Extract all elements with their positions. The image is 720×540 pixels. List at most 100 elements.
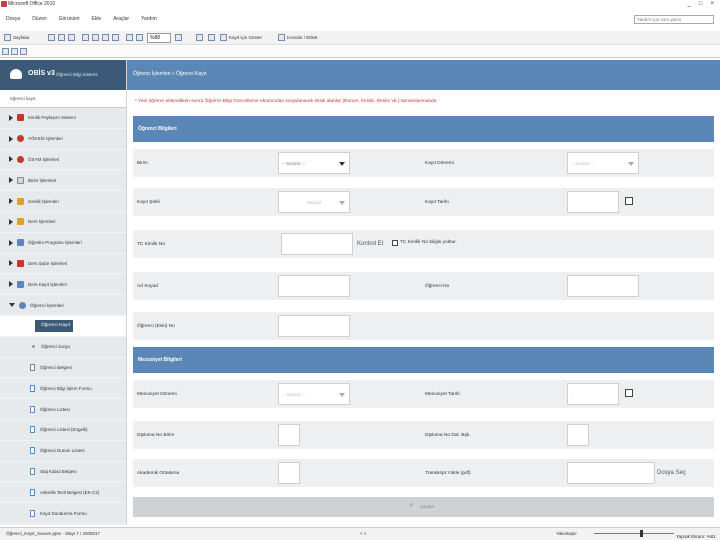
building-icon: [17, 176, 24, 184]
breadcrumb: Öğrenci İşlemleri » Öğrenci Kayıt: [133, 71, 207, 77]
sidebar-subitem-staj-kabul[interactable]: Staj Kabul Belgesi: [0, 462, 126, 483]
sidebar-item-ders-kayit[interactable]: Ders Kayıt İşlemleri: [0, 274, 126, 296]
sort-icon[interactable]: [196, 34, 203, 41]
document-icon: [30, 384, 35, 392]
form-row-akademik: Akademik Ortalama Transkript Yükle (pdf)…: [133, 459, 714, 487]
slideshow-icon[interactable]: [20, 48, 27, 55]
sidebar-search[interactable]: öğrenci kayıt: [0, 90, 126, 108]
slide-sorter-icon[interactable]: [11, 48, 18, 55]
akademik-input[interactable]: [278, 462, 300, 484]
status-nav[interactable]: < >: [360, 531, 367, 536]
save-button[interactable]: Kaydet: [420, 504, 434, 509]
sidebar-subitem-kayit-dondurma[interactable]: Kayıt Dondurma Formu: [0, 503, 126, 524]
menu-insert[interactable]: Ekle: [85, 14, 107, 24]
menu-view[interactable]: Görünüm: [53, 14, 86, 24]
diploma-birim-input[interactable]: [278, 424, 300, 446]
diploma-dal-input[interactable]: [567, 424, 589, 446]
sidebar-item-genlik[interactable]: Genlik İşlemleri: [0, 191, 126, 212]
chart-icon[interactable]: [220, 34, 227, 41]
register-icon: [17, 280, 24, 288]
zoom-slider[interactable]: [594, 530, 674, 537]
dosya-sec-button[interactable]: Dosya Seç: [657, 470, 686, 476]
section-icon: [17, 259, 24, 267]
sidebar-subitem-durum-listesi[interactable]: Öğrenci Durum Listesi: [0, 441, 126, 462]
diploma-dal-label: Diploma No Dal. Bşk.: [425, 433, 471, 438]
zoom-select[interactable]: %88: [147, 33, 171, 43]
help-icon[interactable]: [175, 34, 182, 41]
undo-icon[interactable]: [126, 34, 133, 41]
sidebar-item-ders[interactable]: Ders İşlemleri: [0, 212, 126, 233]
print-icon[interactable]: [58, 34, 65, 41]
sidebar-item-osym[interactable]: ÖSYM İşlemleri: [0, 150, 126, 171]
kayit-tarihi-label: Kayıt Tarihi: [425, 200, 449, 205]
sidebar-subitem-ogrenci-sorgu[interactable]: Öğrenci Sorgu: [0, 337, 126, 358]
delete-icon[interactable]: [112, 34, 119, 41]
zoom-slider-thumb[interactable]: [640, 530, 643, 537]
book-icon: [17, 218, 24, 226]
section-title: Öğrenci Bilgileri: [138, 126, 177, 132]
mezuniyet-tarihi-label: Mezuniyet Tarihi: [425, 392, 460, 397]
section-title: Mezuniyet Bilgileri: [138, 357, 182, 363]
ogrenci-no-input[interactable]: [567, 275, 639, 297]
form-row-kayit-sekli: Kayıt Şekli Seçiniz Kayıt Tarihi: [133, 188, 714, 216]
menu-help[interactable]: Yardım: [135, 14, 163, 24]
pages-icon[interactable]: [4, 34, 11, 41]
menu-edit[interactable]: Düzen: [26, 14, 52, 24]
copy-icon[interactable]: [92, 34, 99, 41]
preview-icon[interactable]: [68, 34, 75, 41]
form-row-diploma: Diploma No Birim Diploma No Dal. Bşk.: [133, 421, 714, 449]
sidebar-subitem-bilgi-islem-formu[interactable]: Öğrenci Bilgi İşlem Formu: [0, 378, 126, 400]
minimize-button[interactable]: _: [688, 0, 691, 9]
transkript-label: Transkript Yükle (pdf): [425, 471, 471, 476]
sidebar-subitem-ogrenci-listesi[interactable]: Öğrenci Listesi: [0, 399, 126, 420]
sidebar-item-yoksis[interactable]: YÖKSİS İşlemleri: [0, 129, 126, 150]
window-title: Microsoft Office 2010: [8, 1, 56, 7]
redo-icon[interactable]: [136, 34, 143, 41]
show-label[interactable]: Kayıt için Göster: [229, 35, 262, 44]
topics-icon[interactable]: [278, 34, 285, 41]
section-student-info: Öğrenci Bilgileri: [133, 116, 714, 142]
akademik-label: Akademik Ortalama: [137, 471, 180, 476]
toolbar: Sayfalar %88 Kayıt için Göster Konular /…: [0, 31, 720, 45]
maximize-button[interactable]: □: [699, 0, 703, 9]
birim-select[interactable]: -- Seçiniz --: [278, 152, 350, 174]
normal-view-icon[interactable]: [2, 48, 9, 55]
close-button[interactable]: ×: [710, 0, 714, 9]
mezuniyet-donemi-select[interactable]: -- Seçiniz --: [278, 383, 350, 405]
sidebar-item-birim[interactable]: Birim İşlemleri: [0, 170, 126, 192]
table-icon[interactable]: [208, 34, 215, 41]
tc-input[interactable]: [281, 233, 353, 255]
sidebar-item-ogrenci[interactable]: Öğrenci İşlemleri: [0, 295, 126, 316]
main-panel: Öğrenci İşlemleri » Öğrenci Kayıt * Yeni…: [127, 60, 720, 525]
kayit-sekli-select[interactable]: Seçiniz: [278, 191, 350, 213]
save-bar: ✔ Kaydet: [133, 497, 714, 517]
topics-label[interactable]: Konular / Etiket: [287, 35, 318, 44]
sidebar-item-kps[interactable]: Kimlik Paylaşım Sistemi: [0, 108, 126, 129]
tc-yok-checkbox[interactable]: [392, 240, 398, 246]
menu-tools[interactable]: Araçlar: [107, 14, 135, 24]
calendar-icon[interactable]: [625, 389, 633, 397]
sidebar-subitem-ogrenci-kayit[interactable]: Öğrenci Kayıt: [0, 315, 126, 337]
save-icon[interactable]: [48, 34, 55, 41]
kayit-tarihi-input[interactable]: [567, 191, 619, 213]
sidebar-subitem-ogrenci-listesi-engelli[interactable]: Öğrenci Listesi (Engelli): [0, 420, 126, 441]
form-row-tc: TC Kimlik No Kontrol Et TC Kimlik No bil…: [133, 230, 714, 258]
eski-no-label: Öğrenci (Eski) No: [137, 324, 175, 329]
eski-no-input[interactable]: [278, 315, 350, 337]
transkript-file-input[interactable]: [567, 462, 655, 484]
sidebar-item-ogretim-programi[interactable]: Öğretim Programı İşlemleri: [0, 233, 126, 254]
sidebar-subitem-ogrenci-belgesi[interactable]: Öğrenci Belgesi: [0, 358, 126, 379]
paste-icon[interactable]: [102, 34, 109, 41]
menu-file[interactable]: Dosya: [0, 14, 26, 24]
ad-soyad-input[interactable]: [278, 275, 350, 297]
sidebar-item-ders-sube[interactable]: Ders Şube İşlemleri: [0, 254, 126, 275]
kontrol-button[interactable]: Kontrol Et: [357, 241, 383, 247]
document-icon: [30, 447, 35, 455]
sidebar-subitem-askerlik-tecil[interactable]: Askerlik Tecil Belgesi (EK-C2): [0, 482, 126, 504]
calendar-icon[interactable]: [625, 197, 633, 205]
mezuniyet-tarihi-input[interactable]: -: [567, 383, 619, 405]
kayit-donemi-select[interactable]: -- Seçiniz --: [567, 152, 639, 174]
help-search-input[interactable]: Yardım için soru yazın: [634, 15, 714, 24]
cut-icon[interactable]: [82, 34, 89, 41]
pages-label[interactable]: Sayfalar: [13, 35, 30, 44]
